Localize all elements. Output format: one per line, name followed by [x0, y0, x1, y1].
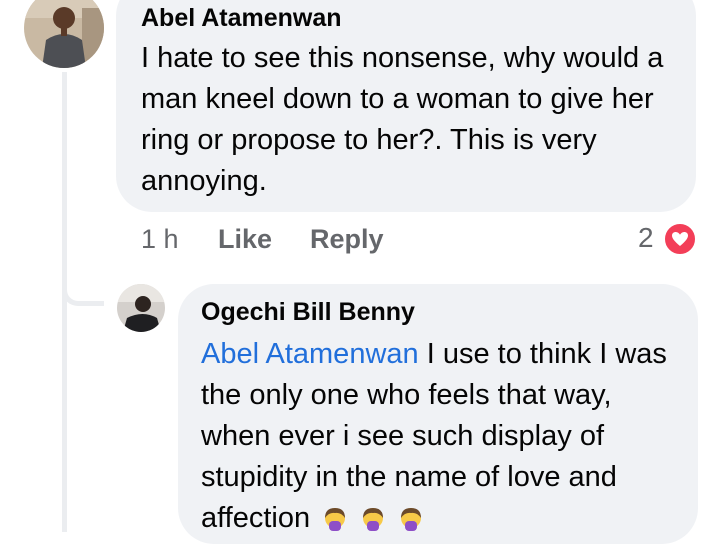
comment-text: I hate to see this nonsense, why would a… [141, 42, 664, 197]
reply-button[interactable]: Reply [310, 224, 384, 255]
comment-timestamp[interactable]: 1 h [141, 224, 179, 255]
reply-text: Abel Atamenwan I use to think I was the … [201, 334, 671, 545]
thread-line [62, 72, 67, 532]
face-with-hand-over-mouth-icon [322, 504, 348, 545]
reply-author-name[interactable]: Ogechi Bill Benny [201, 298, 415, 327]
reaction-count[interactable]: 2 [638, 222, 654, 254]
comment-author-name[interactable]: Abel Atamenwan [141, 4, 342, 33]
mention-link[interactable]: Abel Atamenwan [201, 338, 419, 370]
heart-icon[interactable] [663, 222, 697, 256]
thread-connector [62, 260, 104, 306]
like-button[interactable]: Like [218, 224, 272, 255]
avatar[interactable] [24, 0, 104, 68]
face-with-hand-over-mouth-icon [360, 504, 386, 545]
reply-avatar[interactable] [117, 284, 165, 332]
face-with-hand-over-mouth-icon [398, 504, 424, 545]
